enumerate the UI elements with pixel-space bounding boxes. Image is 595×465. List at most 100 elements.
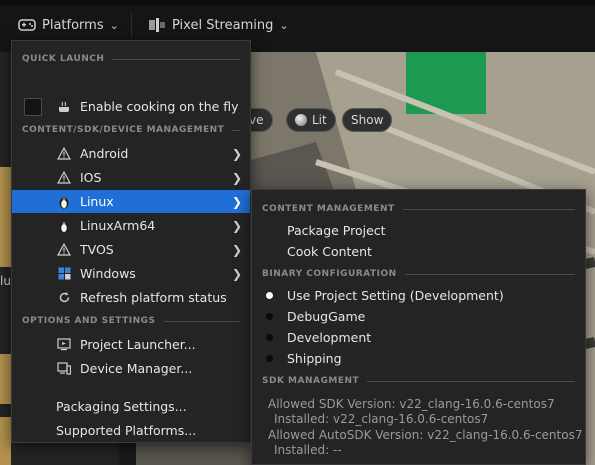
device-manager-item[interactable]: Device Manager... [12,357,250,380]
options-settings-header: OPTIONS AND SETTINGS [22,314,240,328]
quick-launch-header: QUICK LAUNCH [22,52,240,66]
content-management-header-label: CONTENT/SDK/DEVICE MANAGEMENT [22,125,225,135]
section-divider [404,273,575,275]
pixel-streaming-button[interactable]: Pixel Streaming ⌄ [148,12,289,38]
content-management-header: CONTENT MANAGEMENT [262,202,575,216]
config-option-shipping[interactable]: Shipping [252,348,585,369]
section-divider [367,380,575,382]
gamepad-icon [18,19,36,31]
radio-selected-icon[interactable] [266,292,273,299]
section-divider [232,129,240,131]
options-settings-header-label: OPTIONS AND SETTINGS [22,316,156,326]
chevron-right-icon: ❯ [231,266,242,281]
section-divider [112,58,240,60]
enable-cooking-item[interactable]: Enable cooking on the fly [12,95,250,118]
refresh-platform-status-label: Refresh platform status [80,290,227,305]
platform-item-label: LinuxArm64 [80,218,156,233]
section-divider [163,320,240,322]
config-option-project-setting[interactable]: Use Project Setting (Development) [252,285,585,306]
device-manager-icon [56,361,72,377]
platform-item-tvos[interactable]: TVOS ❯ [12,238,250,261]
linux-submenu: CONTENT MANAGEMENT Package Project Cook … [251,189,586,465]
autosdk-installed-version: Installed: -- [274,443,342,457]
warning-icon [56,170,72,186]
radio-unselected-icon[interactable] [266,334,273,341]
platform-item-linuxarm64[interactable]: LinuxArm64 ❯ [12,214,250,237]
device-manager-label: Device Manager... [80,361,193,376]
linux-icon [56,194,72,210]
sdk-installed-version: Installed: v22_clang-16.0.6-centos7 [274,412,489,426]
pixel-streaming-button-label: Pixel Streaming [172,17,274,33]
chevron-right-icon: ❯ [231,242,242,257]
platforms-dropdown-menu: QUICK LAUNCH Enable cooking on the fly C… [11,40,251,443]
config-option-label: Shipping [287,351,342,366]
sdk-management-header: SDK MANAGMENT [262,374,575,388]
show-button-label: Show [351,113,384,127]
lit-sphere-icon [295,114,307,126]
show-button[interactable]: Show [342,108,393,132]
content-management-header-label: CONTENT MANAGEMENT [262,204,395,214]
enable-cooking-label: Enable cooking on the fly [80,99,239,114]
chevron-down-icon: ⌄ [109,18,119,32]
platform-item-windows[interactable]: Windows ❯ [12,262,250,285]
asset-thumbnail[interactable] [0,417,11,465]
project-launcher-item[interactable]: Project Launcher... [12,333,250,356]
config-option-label: DebugGame [287,309,366,324]
radio-unselected-icon[interactable] [266,313,273,320]
warning-icon [56,146,72,162]
packaging-settings-item[interactable]: Packaging Settings... [12,395,250,418]
windows-icon [56,266,72,282]
chevron-right-icon: ❯ [231,194,242,209]
lit-mode-button[interactable]: Lit [286,108,336,132]
platforms-button-label: Platforms [42,17,104,33]
config-option-debuggame[interactable]: DebugGame [252,306,585,327]
asset-thumbnail[interactable] [0,167,11,267]
config-option-label: Development [287,330,372,345]
platform-item-android[interactable]: Android ❯ [12,142,250,165]
linux-icon [56,218,72,234]
cook-content-label: Cook Content [287,244,372,259]
sdk-management-header-label: SDK MANAGMENT [262,376,360,386]
binary-configuration-header-label: BINARY CONFIGURATION [262,269,397,279]
lit-mode-label: Lit [312,113,327,127]
quick-launch-header-label: QUICK LAUNCH [22,54,105,64]
chevron-right-icon: ❯ [231,170,242,185]
project-launcher-icon [56,337,72,353]
platforms-button[interactable]: Platforms ⌄ [18,12,119,38]
project-launcher-label: Project Launcher... [80,337,196,352]
supported-platforms-label: Supported Platforms... [56,423,197,438]
refresh-icon [56,290,72,306]
binary-configuration-header: BINARY CONFIGURATION [262,267,575,281]
supported-platforms-item[interactable]: Supported Platforms... [12,419,250,442]
platform-item-label: Android [80,146,129,161]
pixel-streaming-icon [149,18,165,32]
autosdk-allowed-version: Allowed AutoSDK Version: v22_clang-16.0.… [268,428,583,442]
config-option-development[interactable]: Development [252,327,585,348]
package-project-label: Package Project [287,223,386,238]
content-management-header: CONTENT/SDK/DEVICE MANAGEMENT [22,123,240,137]
cooking-pot-icon [56,99,72,115]
chevron-right-icon: ❯ [231,218,242,233]
platform-item-ios[interactable]: IOS ❯ [12,166,250,189]
refresh-platform-status-item[interactable]: Refresh platform status [12,286,250,309]
packaging-settings-label: Packaging Settings... [56,399,187,414]
radio-unselected-icon[interactable] [266,355,273,362]
chevron-down-icon: ⌄ [279,18,289,32]
warning-icon [56,242,72,258]
enable-cooking-checkbox[interactable] [24,97,42,116]
toolbar-top-strip [0,0,595,5]
section-divider [402,208,575,210]
asset-label: lu [0,274,11,288]
config-option-label: Use Project Setting (Development) [287,288,504,303]
platform-item-label: Windows [80,266,136,281]
platform-item-label: IOS [80,170,102,185]
package-project-item[interactable]: Package Project [252,220,585,241]
chevron-right-icon: ❯ [231,146,242,161]
sdk-allowed-version: Allowed SDK Version: v22_clang-16.0.6-ce… [268,397,555,411]
cook-content-item[interactable]: Cook Content [252,241,585,262]
toolbar-divider [131,12,132,38]
asset-thumbnail[interactable] [0,354,11,404]
platform-item-linux[interactable]: Linux ❯ [12,190,250,213]
platform-item-label: Linux [80,194,114,209]
platform-item-label: TVOS [80,242,114,257]
